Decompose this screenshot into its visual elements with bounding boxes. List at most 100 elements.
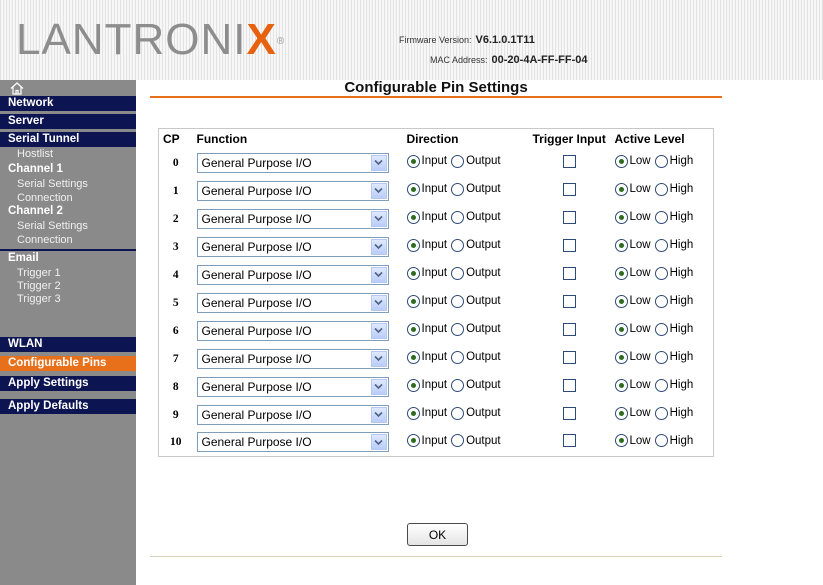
level-low-option[interactable]: Low [614,238,651,252]
chevron-down-icon[interactable] [370,154,387,171]
direction-input-option[interactable]: Input [406,154,447,168]
sidebar-item-server[interactable]: Server [0,114,136,129]
level-low-option[interactable]: Low [614,294,651,308]
function-select[interactable]: General Purpose I/O [196,264,389,285]
direction-output-radio[interactable] [451,154,465,168]
function-select[interactable]: General Purpose I/O [196,236,389,257]
trigger-input-checkbox[interactable] [563,182,576,196]
sidebar-item-configurable-pins[interactable]: Configurable Pins [0,356,136,371]
sidebar-item-ch2-serial-settings[interactable]: Serial Settings [0,220,136,233]
sidebar-item-trigger-3[interactable]: Trigger 3 [0,293,136,306]
trigger-input-checkbox[interactable] [563,266,576,280]
direction-input-option[interactable]: Input [406,378,447,392]
direction-input-option[interactable]: Input [406,210,447,224]
chevron-down-icon[interactable] [370,378,387,395]
direction-output-option[interactable]: Output [451,154,501,168]
level-high-option[interactable]: High [654,322,693,336]
trigger-input-checkbox[interactable] [563,350,576,364]
level-high-option[interactable]: High [654,350,693,364]
level-high-radio[interactable] [654,406,668,420]
direction-input-option[interactable]: Input [406,434,447,448]
sidebar-item-network[interactable]: Network [0,96,136,111]
function-select[interactable]: General Purpose I/O [196,432,389,453]
function-select[interactable]: General Purpose I/O [196,404,389,425]
level-low-radio[interactable] [614,182,628,196]
sidebar-item-ch1-serial-settings[interactable]: Serial Settings [0,178,136,191]
sidebar-item-serial-tunnel[interactable]: Serial Tunnel [0,132,136,147]
level-high-option[interactable]: High [654,378,693,392]
level-low-option[interactable]: Low [614,266,651,280]
sidebar-item-apply-settings[interactable]: Apply Settings [0,376,136,391]
level-high-radio[interactable] [654,378,668,392]
sidebar-item-email[interactable]: Email [0,251,136,266]
level-high-radio[interactable] [654,322,668,336]
level-high-radio[interactable] [654,238,668,252]
level-high-radio[interactable] [654,266,668,280]
function-select[interactable]: General Purpose I/O [196,292,389,313]
trigger-input-checkbox[interactable] [563,238,576,252]
level-low-radio[interactable] [614,350,628,364]
direction-output-option[interactable]: Output [451,350,501,364]
level-low-radio[interactable] [614,434,628,448]
direction-input-radio[interactable] [406,350,420,364]
level-low-radio[interactable] [614,210,628,224]
direction-input-radio[interactable] [406,322,420,336]
sidebar-item-ch2-connection[interactable]: Connection [0,234,136,247]
direction-input-radio[interactable] [406,378,420,392]
sidebar-item-wlan[interactable]: WLAN [0,337,136,352]
level-low-option[interactable]: Low [614,322,651,336]
direction-output-radio[interactable] [451,182,465,196]
chevron-down-icon[interactable] [370,434,387,451]
direction-output-radio[interactable] [451,406,465,420]
direction-output-option[interactable]: Output [451,238,501,252]
level-low-option[interactable]: Low [614,406,651,420]
direction-input-radio[interactable] [406,266,420,280]
chevron-down-icon[interactable] [370,238,387,255]
chevron-down-icon[interactable] [370,210,387,227]
direction-output-option[interactable]: Output [451,182,501,196]
level-high-option[interactable]: High [654,266,693,280]
function-select[interactable]: General Purpose I/O [196,320,389,341]
level-low-option[interactable]: Low [614,182,651,196]
ok-button[interactable]: OK [407,523,468,546]
level-high-option[interactable]: High [654,210,693,224]
direction-output-radio[interactable] [451,210,465,224]
direction-output-option[interactable]: Output [451,294,501,308]
direction-input-option[interactable]: Input [406,350,447,364]
level-high-radio[interactable] [654,210,668,224]
level-low-radio[interactable] [614,322,628,336]
chevron-down-icon[interactable] [370,350,387,367]
chevron-down-icon[interactable] [370,294,387,311]
chevron-down-icon[interactable] [370,406,387,423]
sidebar-item-hostlist[interactable]: Hostlist [0,148,136,161]
direction-output-option[interactable]: Output [451,406,501,420]
level-low-option[interactable]: Low [614,210,651,224]
direction-output-option[interactable]: Output [451,378,501,392]
direction-output-radio[interactable] [451,434,465,448]
chevron-down-icon[interactable] [370,182,387,199]
direction-output-radio[interactable] [451,350,465,364]
direction-input-radio[interactable] [406,294,420,308]
direction-input-option[interactable]: Input [406,238,447,252]
chevron-down-icon[interactable] [370,322,387,339]
level-high-option[interactable]: High [654,406,693,420]
chevron-down-icon[interactable] [370,266,387,283]
level-high-radio[interactable] [654,154,668,168]
direction-input-radio[interactable] [406,154,420,168]
trigger-input-checkbox[interactable] [563,210,576,224]
level-high-radio[interactable] [654,182,668,196]
trigger-input-checkbox[interactable] [563,378,576,392]
level-low-option[interactable]: Low [614,434,651,448]
direction-input-option[interactable]: Input [406,406,447,420]
level-high-radio[interactable] [654,350,668,364]
sidebar-item-trigger-1[interactable]: Trigger 1 [0,267,136,280]
direction-input-option[interactable]: Input [406,182,447,196]
direction-input-option[interactable]: Input [406,322,447,336]
level-high-option[interactable]: High [654,182,693,196]
level-low-radio[interactable] [614,154,628,168]
function-select[interactable]: General Purpose I/O [196,180,389,201]
direction-output-option[interactable]: Output [451,266,501,280]
trigger-input-checkbox[interactable] [563,154,576,168]
level-high-option[interactable]: High [654,238,693,252]
trigger-input-checkbox[interactable] [563,322,576,336]
